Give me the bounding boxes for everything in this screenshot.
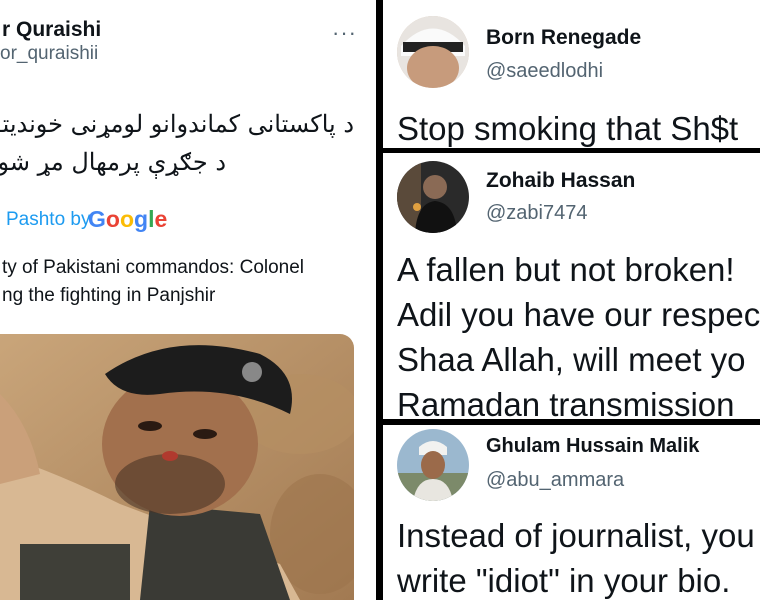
google-letter: G	[88, 206, 106, 232]
reply-author-handle[interactable]: @abu_ammara	[486, 469, 624, 492]
reply-card[interactable]: Zohaib Hassan @zabi7474 A fallen but not…	[383, 153, 760, 419]
author-handle[interactable]: or_quraishii	[0, 43, 98, 65]
google-letter: g	[134, 206, 149, 232]
google-letter: o	[119, 206, 135, 232]
reply-author-name[interactable]: Born Renegade	[486, 26, 641, 50]
person-avatar-icon	[397, 429, 469, 501]
avatar[interactable]	[397, 161, 469, 233]
reply-author-name[interactable]: Ghulam Hussain Malik	[486, 435, 699, 458]
reply-author-name[interactable]: Zohaib Hassan	[486, 169, 635, 193]
reply-text-line: Shaa Allah, will meet yo	[397, 341, 746, 378]
translated-from-label[interactable]: Pashto by	[6, 209, 91, 231]
reply-card[interactable]: Ghulam Hussain Malik @abu_ammara Instead…	[383, 425, 760, 600]
commando-photo-icon	[0, 334, 354, 600]
reply-card[interactable]: Born Renegade @saeedlodhi Stop smoking t…	[383, 0, 760, 148]
person-avatar-icon	[397, 161, 469, 233]
tweet-photo[interactable]	[0, 334, 354, 600]
author-name[interactable]: r Quraishi	[2, 18, 101, 42]
reply-author-handle[interactable]: @zabi7474	[486, 202, 587, 225]
person-avatar-icon	[397, 16, 469, 88]
tweet-text-line-2: د جګړې پرمهال مړ شو	[0, 148, 226, 176]
google-letter: e	[154, 206, 168, 232]
translation-line-1: ty of Pakistani commandos: Colonel	[2, 257, 305, 278]
google-logo: Google	[88, 206, 167, 233]
reply-text-line: Instead of journalist, you	[397, 517, 755, 554]
original-tweet: r Quraishi or_quraishii ··· د پاکستانی ک…	[0, 0, 376, 600]
avatar[interactable]	[397, 429, 469, 501]
translation-line-2: ng the fighting in Panjshir	[2, 285, 216, 306]
reply-text-line: Stop smoking that Sh$t	[397, 110, 739, 147]
reply-text-line: Adil you have our respec	[397, 296, 760, 333]
reply-text-line: A fallen but not broken!	[397, 251, 735, 288]
google-letter: o	[105, 206, 120, 232]
tweet-text-line-1: د پاکستانی کماندوانو لومړنی خوندیتوب کرن…	[0, 110, 354, 138]
more-options-icon[interactable]: ···	[332, 20, 357, 46]
reply-text-line: Ramadan transmission	[397, 386, 735, 419]
reply-author-handle[interactable]: @saeedlodhi	[486, 60, 603, 83]
reply-text-line: write "idiot" in your bio.	[397, 562, 731, 599]
avatar[interactable]	[397, 16, 469, 88]
